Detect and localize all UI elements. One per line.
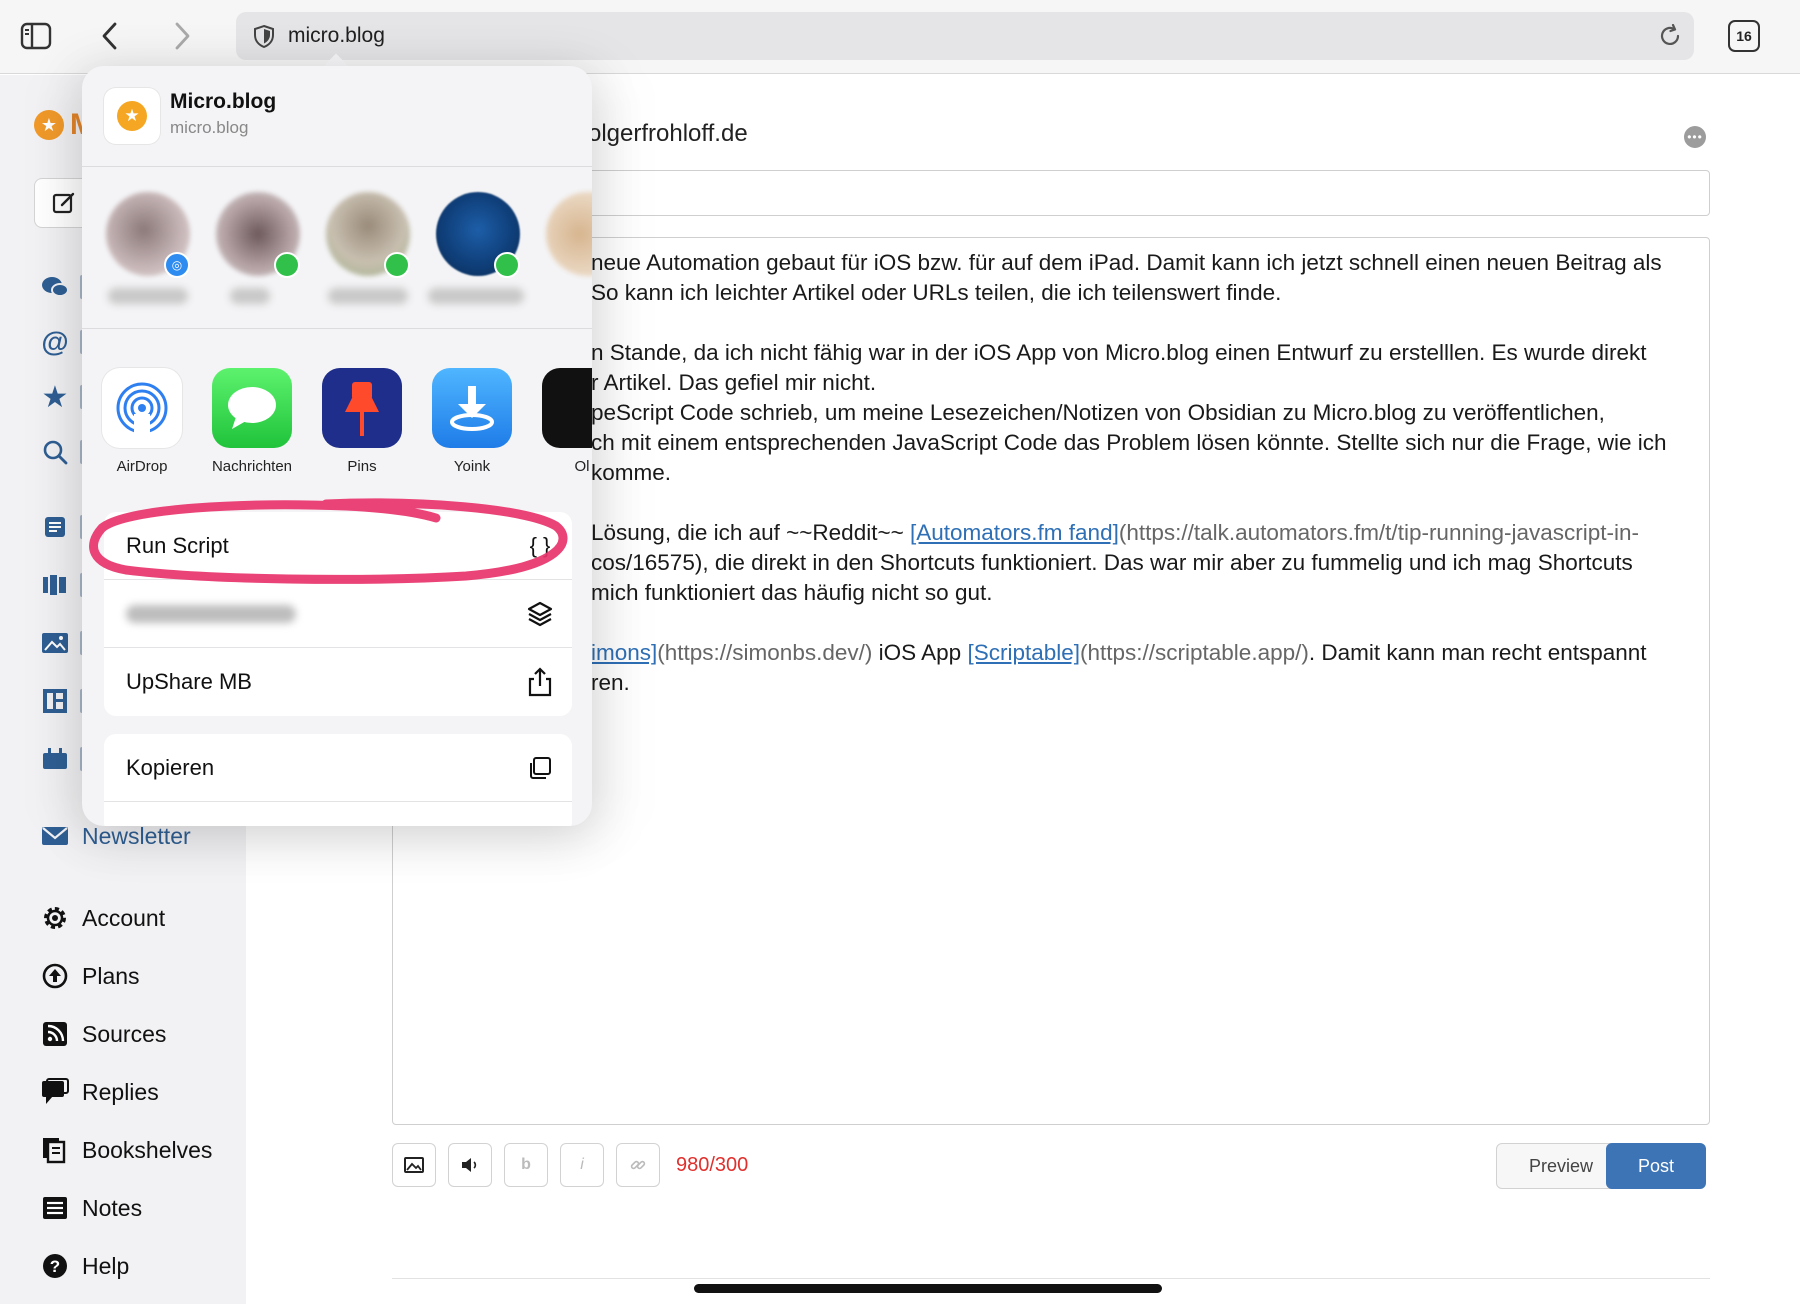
- blurred-shortcut-action[interactable]: [104, 580, 572, 648]
- sidebar-item-label: Replies: [82, 1078, 159, 1105]
- airdrop-badge-icon: ◎: [164, 252, 190, 278]
- layers-icon: [526, 600, 554, 628]
- tab-count-button[interactable]: 16: [1728, 20, 1760, 52]
- italic-button[interactable]: i: [560, 1143, 604, 1187]
- app-label: Ol: [574, 458, 590, 475]
- copy-icon: [526, 754, 554, 782]
- sidebar-item-label: Sources: [82, 1020, 167, 1047]
- home-indicator[interactable]: [694, 1284, 1162, 1293]
- markdown-link[interactable]: [Scriptable]: [967, 640, 1080, 665]
- notes-icon: [40, 1193, 70, 1223]
- action-label: UpShare MB: [126, 669, 252, 694]
- more-options-icon[interactable]: •••: [1684, 126, 1706, 148]
- share-app-name: Micro.blog: [170, 90, 277, 113]
- text-line: r Artikel. Das gefiel mir nicht.: [591, 370, 877, 395]
- character-counter: 980/300: [676, 1154, 749, 1176]
- insert-image-button[interactable]: [392, 1143, 436, 1187]
- text-span: . Damit kann man recht entspannt: [1308, 640, 1647, 665]
- partial-app-icon[interactable]: [542, 368, 592, 448]
- app-label: Nachrichten: [211, 458, 293, 475]
- markdown-url: (https://talk.automators.fm/t/tip-runnin…: [1118, 520, 1640, 545]
- sidebar-item-label: Bookshelves: [82, 1136, 213, 1163]
- markdown-url: (https://simonbs.dev/): [657, 640, 873, 665]
- link-button[interactable]: [616, 1143, 660, 1187]
- sidebar-item-help[interactable]: ? Help: [40, 1250, 129, 1282]
- text-span: iOS App: [872, 640, 968, 665]
- sidebar-item-account[interactable]: Account: [40, 902, 165, 934]
- sidebar-item-plans[interactable]: Plans: [40, 960, 140, 992]
- text-line: mich funktioniert das häufig nicht so gu…: [591, 580, 993, 605]
- messages-app-icon[interactable]: [212, 368, 292, 448]
- message-badge-icon: [494, 252, 520, 278]
- replies-icon: [40, 1077, 70, 1107]
- text-span: Lösung, die ich auf ~~Reddit~~: [591, 520, 910, 545]
- contact-avatar[interactable]: [546, 192, 592, 276]
- contact-name-blurred: [328, 288, 408, 304]
- speaker-icon: [462, 1158, 477, 1172]
- share-app-domain: micro.blog: [170, 118, 249, 137]
- image-icon: [404, 1157, 424, 1173]
- copy-action[interactable]: Kopieren: [104, 734, 572, 802]
- cut-off-action[interactable]: [104, 802, 572, 826]
- divider: [392, 1278, 1710, 1279]
- rss-icon: [40, 1019, 70, 1049]
- text-line: neue Automation gebaut für iOS bzw. für …: [591, 250, 1662, 275]
- message-badge-icon: [384, 252, 410, 278]
- reload-icon[interactable]: [1658, 23, 1682, 48]
- highlight-marker: [89, 498, 568, 584]
- text-line: So kann ich leichter Artikel oder URLs t…: [591, 280, 1282, 305]
- contact-name-blurred: [108, 288, 188, 304]
- app-label: Yoink: [453, 458, 491, 475]
- upshare-mb-action[interactable]: UpShare MB: [104, 648, 572, 716]
- microblog-app-icon: ★: [104, 88, 160, 144]
- sidebar-toggle-icon[interactable]: [18, 18, 54, 54]
- privacy-shield-icon: [252, 24, 276, 49]
- text-line: ch mit einem entsprechenden JavaScript C…: [591, 430, 1667, 455]
- share-icon: [526, 667, 554, 697]
- text-line: peScript Code schrieb, um meine Lesezeic…: [591, 400, 1605, 425]
- contact-name-blurred: [230, 288, 270, 304]
- address-bar[interactable]: micro.blog: [236, 12, 1694, 60]
- app-label: Pins: [347, 458, 377, 475]
- yoink-app-icon[interactable]: [432, 368, 512, 448]
- sidebar-item-notes[interactable]: Notes: [40, 1192, 142, 1224]
- airdrop-app-icon[interactable]: [102, 368, 182, 448]
- contact-name-blurred: [428, 288, 524, 304]
- action-label: Kopieren: [126, 754, 215, 780]
- sidebar-item-label: Account: [82, 904, 166, 931]
- post-button[interactable]: Post: [1606, 1143, 1706, 1189]
- divider: [82, 328, 592, 329]
- bookshelves-icon: [40, 1135, 70, 1165]
- help-icon: ?: [40, 1251, 70, 1281]
- insert-audio-button[interactable]: [448, 1143, 492, 1187]
- blurred-action-label: [126, 604, 296, 623]
- sidebar-item-label: Help: [82, 1252, 130, 1279]
- url-text: micro.blog: [288, 24, 385, 47]
- plans-icon: [40, 961, 70, 991]
- text-line: cos/16575), die direkt in den Shortcuts …: [591, 550, 1633, 575]
- back-icon[interactable]: [92, 18, 128, 54]
- text-line: n Stande, da ich nicht fähig war in der …: [591, 340, 1647, 365]
- text-line: Lösung, die ich auf ~~Reddit~~ [Automato…: [591, 520, 1639, 546]
- svg-text:?: ?: [50, 1257, 60, 1276]
- share-sheet: ★ Micro.blog micro.blog ◎ AirDrop Nachri…: [82, 66, 592, 826]
- app-label: AirDrop: [116, 458, 168, 475]
- sidebar-item-label: Plans: [82, 962, 140, 989]
- text-line: imons](https://simonbs.dev/) iOS App [Sc…: [591, 640, 1647, 666]
- system-actions: Kopieren: [104, 734, 572, 826]
- sidebar-item-label: Notes: [82, 1194, 143, 1221]
- markdown-link[interactable]: [Automators.fm fand]: [910, 520, 1119, 545]
- forward-icon[interactable]: [164, 18, 200, 54]
- divider: [82, 166, 592, 167]
- link-icon: [630, 1160, 646, 1170]
- message-badge-icon: [274, 252, 300, 278]
- sidebar-item-replies[interactable]: Replies: [40, 1076, 159, 1108]
- bold-button[interactable]: b: [504, 1143, 548, 1187]
- mail-icon: [40, 821, 70, 851]
- sidebar-item-bookshelves[interactable]: Bookshelves: [40, 1134, 212, 1166]
- pins-app-icon[interactable]: [322, 368, 402, 448]
- sidebar-item-sources[interactable]: Sources: [40, 1018, 166, 1050]
- gear-icon: [40, 903, 70, 933]
- markdown-url: (https://scriptable.app/): [1080, 640, 1309, 665]
